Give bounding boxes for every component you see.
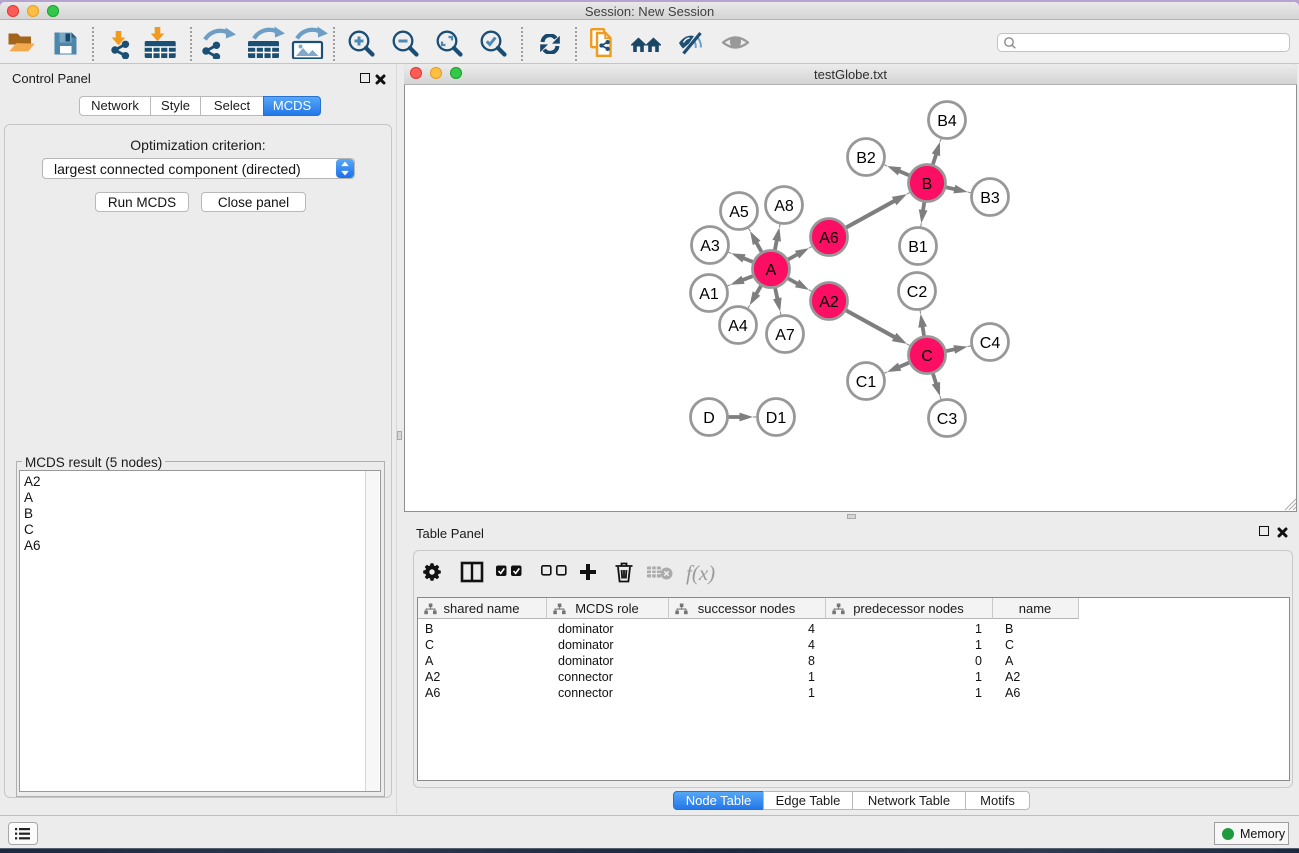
svg-text:C1: C1 — [856, 374, 877, 391]
svg-text:C3: C3 — [937, 411, 958, 428]
svg-text:D: D — [703, 410, 715, 427]
svg-text:A7: A7 — [775, 327, 795, 344]
svg-text:A3: A3 — [700, 238, 720, 255]
svg-text:B4: B4 — [937, 113, 957, 130]
svg-text:C2: C2 — [907, 284, 928, 301]
svg-text:A8: A8 — [774, 198, 794, 215]
svg-text:C: C — [921, 348, 933, 365]
svg-text:B: B — [922, 176, 933, 193]
svg-text:A6: A6 — [819, 230, 839, 247]
svg-text:A2: A2 — [819, 294, 839, 311]
svg-text:B1: B1 — [908, 239, 928, 256]
svg-text:B2: B2 — [856, 150, 876, 167]
svg-text:A: A — [766, 262, 777, 279]
svg-text:D1: D1 — [766, 410, 787, 427]
svg-text:C4: C4 — [980, 335, 1001, 352]
svg-text:A4: A4 — [728, 318, 748, 335]
svg-text:B3: B3 — [980, 190, 1000, 207]
svg-text:A5: A5 — [729, 204, 749, 221]
svg-text:A1: A1 — [699, 286, 719, 303]
